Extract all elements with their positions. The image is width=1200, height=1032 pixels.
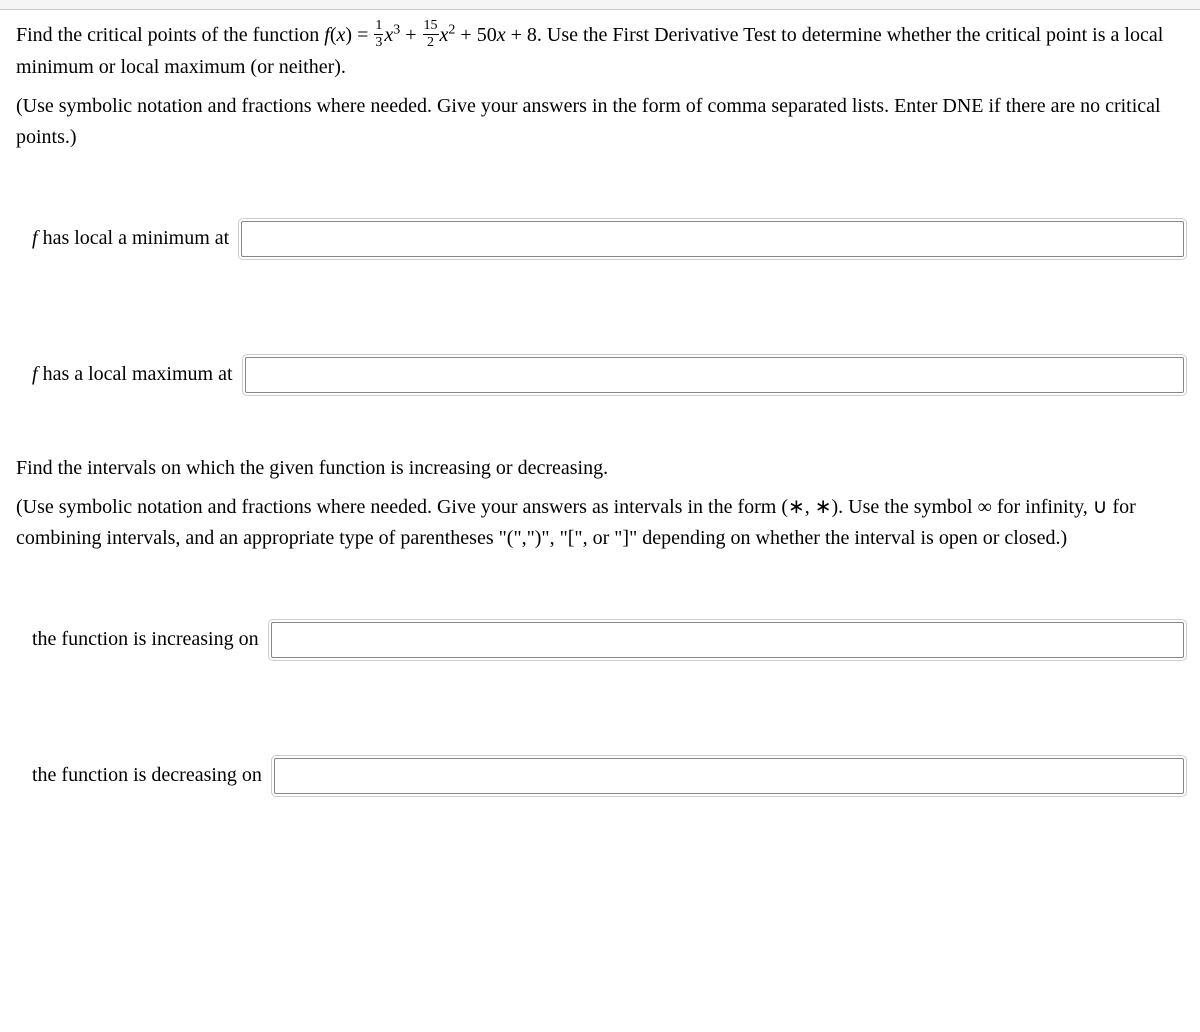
problem-note-1: (Use symbolic notation and fractions whe… bbox=[16, 91, 1184, 153]
fraction-1-3: 13 bbox=[374, 19, 383, 50]
problem-statement: Find the critical points of the function… bbox=[16, 20, 1184, 83]
func-eq: ) = bbox=[345, 24, 373, 46]
local-min-label: f has local a minimum at bbox=[32, 227, 229, 250]
answer-row-local-max: f has a local maximum at bbox=[16, 357, 1184, 393]
local-max-label: f has a local maximum at bbox=[32, 363, 233, 386]
answer-row-local-min: f has local a minimum at bbox=[16, 221, 1184, 257]
answer-row-increasing: the function is increasing on bbox=[16, 622, 1184, 658]
term-rest-x: x bbox=[497, 24, 506, 46]
term1-x: x bbox=[384, 24, 393, 46]
frac1-den: 3 bbox=[374, 35, 383, 50]
local-max-text: has a local maximum at bbox=[38, 363, 233, 385]
local-max-input[interactable] bbox=[245, 357, 1184, 393]
function-expression: f(x) = 13x3 + 152x2 + 50x + 8. bbox=[324, 24, 547, 46]
fraction-15-2: 152 bbox=[423, 19, 439, 50]
term-rest2: + 8. bbox=[506, 24, 547, 46]
decreasing-label: the function is decreasing on bbox=[32, 764, 262, 787]
increasing-label: the function is increasing on bbox=[32, 628, 259, 651]
intro-text-pre: Find the critical points of the function bbox=[16, 24, 324, 46]
top-border-spacer bbox=[0, 0, 1200, 10]
local-min-input[interactable] bbox=[241, 221, 1184, 257]
problem2-prompt: Find the intervals on which the given fu… bbox=[16, 453, 1184, 484]
decreasing-input[interactable] bbox=[274, 758, 1184, 794]
frac2-den: 2 bbox=[423, 35, 439, 50]
func-paren-open: ( bbox=[330, 24, 337, 46]
answer-row-decreasing: the function is decreasing on bbox=[16, 758, 1184, 794]
local-min-text: has local a minimum at bbox=[38, 227, 230, 249]
increasing-input[interactable] bbox=[271, 622, 1184, 658]
problem2-note: (Use symbolic notation and fractions whe… bbox=[16, 492, 1184, 554]
frac1-num: 1 bbox=[374, 19, 383, 35]
term-rest: + 50 bbox=[455, 24, 496, 46]
question-content: Find the critical points of the function… bbox=[0, 10, 1200, 854]
plus1: + bbox=[400, 24, 421, 46]
frac2-num: 15 bbox=[423, 19, 439, 35]
